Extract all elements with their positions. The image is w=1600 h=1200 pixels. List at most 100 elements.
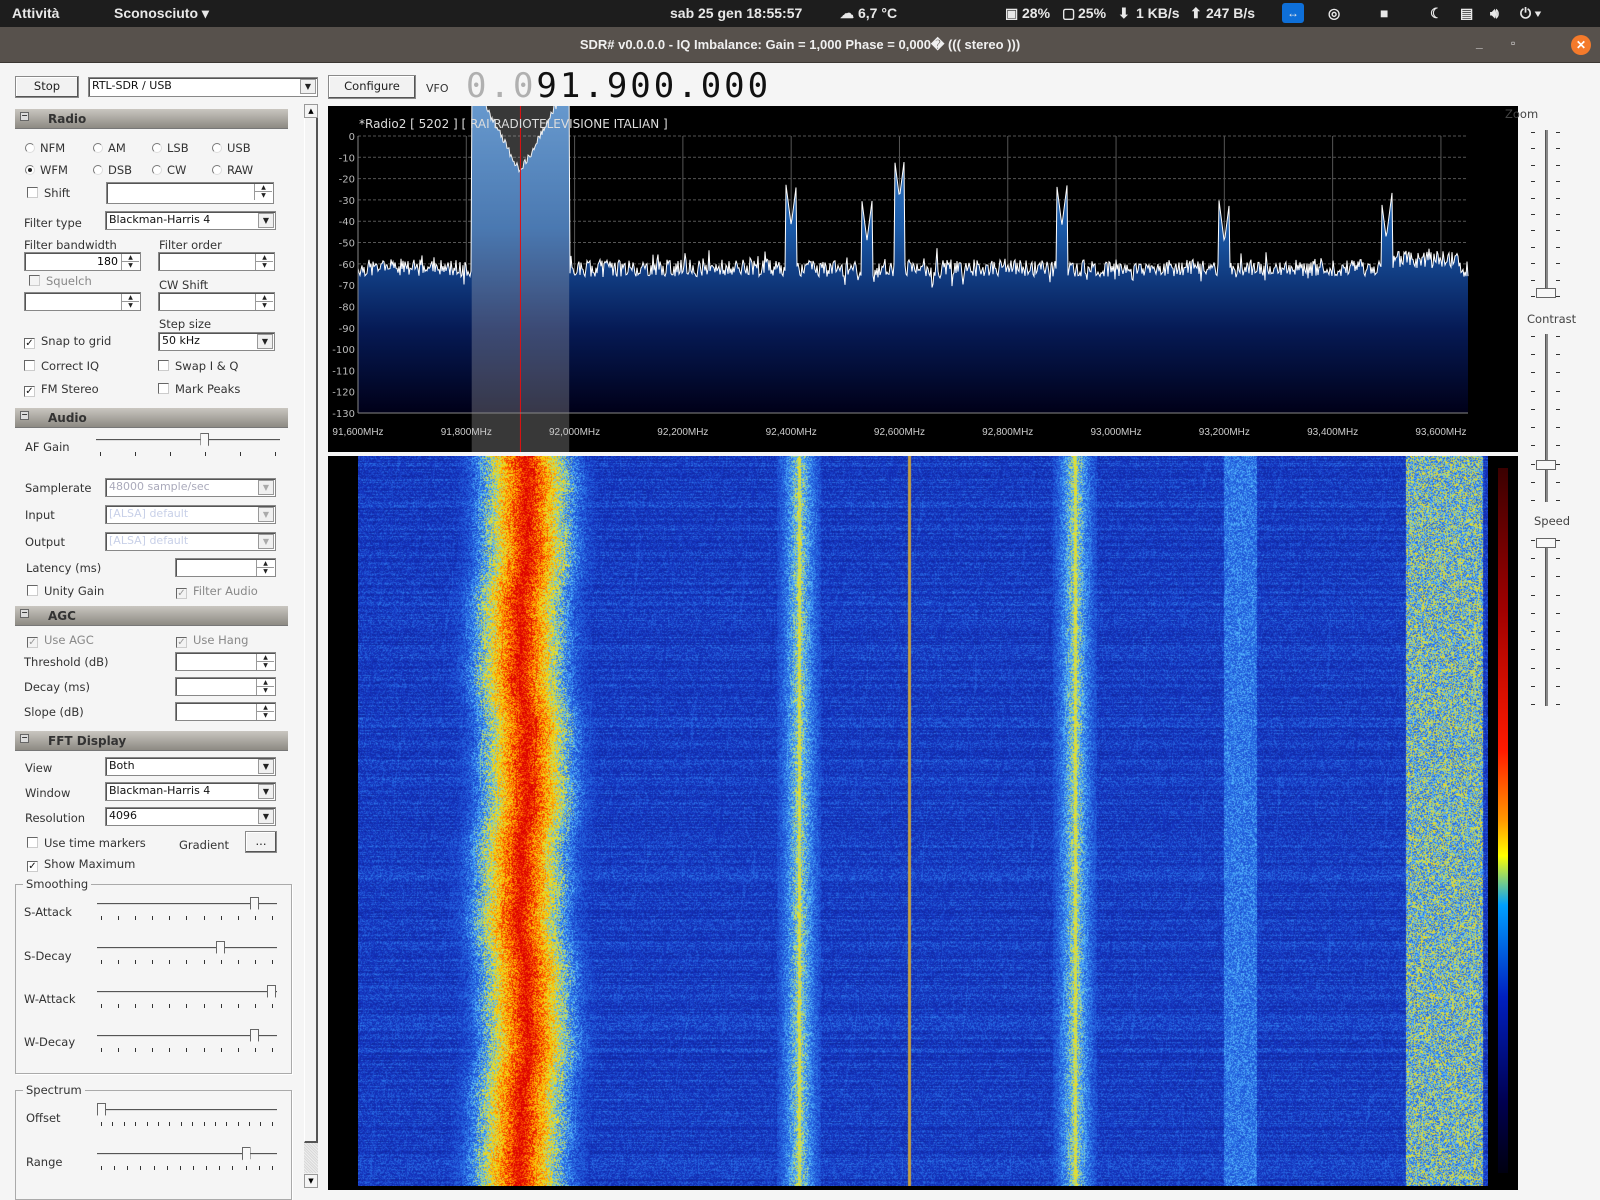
zoom-slider[interactable] bbox=[1527, 130, 1567, 298]
shift-input[interactable]: ▲ ▼ bbox=[106, 182, 274, 204]
mode-radio-wfm[interactable]: WFM bbox=[25, 163, 68, 177]
time-markers-checkbox[interactable]: Use time markers bbox=[27, 836, 146, 850]
collapse-icon[interactable]: − bbox=[20, 112, 29, 121]
vfo-frequency-display[interactable]: 0.091.900.000 bbox=[466, 66, 771, 106]
input-device-select[interactable]: [ALSA] default ▼ bbox=[105, 505, 276, 524]
use-hang-checkbox[interactable]: ✓ Use Hang bbox=[176, 633, 248, 648]
steam-icon[interactable]: ◎ bbox=[1328, 5, 1340, 22]
step-size-select[interactable]: 50 kHz ▼ bbox=[158, 332, 275, 351]
spin-buttons[interactable]: ▲ ▼ bbox=[254, 184, 272, 200]
af-gain-slider[interactable] bbox=[96, 433, 280, 457]
app-menu[interactable]: Sconosciuto ▾ bbox=[114, 5, 209, 22]
collapse-icon[interactable]: − bbox=[20, 609, 29, 618]
spectrum-analyzer[interactable]: 0 -10 -20 -30 -40 -50 -60 -70 -80 -90 -100 -110 -120… bbox=[328, 106, 1518, 452]
s-decay-slider[interactable] bbox=[97, 941, 277, 965]
fft-display-section-header[interactable]: − FFT Display bbox=[15, 731, 288, 751]
stop-button[interactable]: Stop bbox=[15, 76, 79, 98]
camera-icon[interactable]: ■ bbox=[1380, 5, 1388, 21]
cw-shift-input[interactable]: ▲ ▼ bbox=[158, 292, 275, 311]
slider-thumb[interactable] bbox=[250, 897, 259, 913]
mode-radio-am[interactable]: AM bbox=[93, 141, 126, 155]
snap-to-grid-checkbox[interactable]: ✓ Snap to grid bbox=[24, 334, 111, 349]
scroll-down-arrow[interactable]: ▼ bbox=[304, 1174, 318, 1188]
view-select[interactable]: Both ▼ bbox=[105, 757, 276, 776]
minimize-button[interactable]: _ bbox=[1476, 36, 1483, 50]
s-attack-slider[interactable] bbox=[97, 897, 277, 921]
spin-buttons[interactable]: ▲ ▼ bbox=[255, 254, 273, 270]
scroll-thumb[interactable] bbox=[304, 118, 318, 1143]
night-light-icon[interactable]: ☾ bbox=[1430, 5, 1443, 22]
spin-buttons[interactable]: ▲ ▼ bbox=[121, 294, 139, 310]
agc-section-header[interactable]: − AGC bbox=[15, 606, 288, 626]
filter-order-input[interactable]: ▲ ▼ bbox=[158, 252, 275, 271]
speed-slider[interactable] bbox=[1527, 538, 1567, 706]
slider-track[interactable] bbox=[97, 947, 277, 949]
slider-thumb[interactable] bbox=[97, 1103, 106, 1119]
source-select[interactable]: RTL-SDR / USB ▼ bbox=[88, 77, 318, 97]
shift-checkbox[interactable]: Shift bbox=[27, 186, 70, 200]
unity-gain-checkbox[interactable]: Unity Gain bbox=[27, 584, 104, 598]
mode-radio-cw[interactable]: CW bbox=[152, 163, 186, 177]
weather-temp[interactable]: 6,7 °C bbox=[858, 5, 897, 21]
slope-input[interactable]: ▲ ▼ bbox=[175, 702, 276, 721]
mark-peaks-checkbox[interactable]: Mark Peaks bbox=[158, 382, 240, 396]
slider-thumb[interactable] bbox=[1536, 538, 1556, 548]
spin-buttons[interactable]: ▲ ▼ bbox=[256, 679, 274, 695]
squelch-checkbox[interactable]: Squelch bbox=[29, 274, 92, 288]
resolution-select[interactable]: 4096 ▼ bbox=[105, 807, 276, 826]
fm-stereo-checkbox[interactable]: ✓ FM Stereo bbox=[24, 382, 99, 397]
gradient-button[interactable]: ... bbox=[245, 831, 277, 853]
mode-radio-usb[interactable]: USB bbox=[212, 141, 251, 155]
collapse-icon[interactable]: − bbox=[20, 734, 29, 743]
filter-audio-checkbox[interactable]: ✓ Filter Audio bbox=[176, 584, 258, 599]
spin-buttons[interactable]: ▲ ▼ bbox=[121, 254, 139, 270]
slider-track[interactable] bbox=[1545, 538, 1548, 706]
spin-buttons[interactable]: ▲ ▼ bbox=[256, 704, 274, 720]
slider-thumb[interactable] bbox=[241, 1147, 251, 1163]
scroll-track[interactable] bbox=[304, 1143, 318, 1173]
left-panel-scrollbar[interactable]: ▲ ▼ bbox=[304, 104, 318, 1188]
slider-track[interactable] bbox=[97, 1109, 277, 1111]
slider-thumb[interactable] bbox=[250, 1029, 259, 1045]
activities-button[interactable]: Attività bbox=[12, 5, 59, 21]
correct-iq-checkbox[interactable]: Correct IQ bbox=[24, 359, 99, 373]
slider-thumb[interactable] bbox=[216, 941, 225, 957]
range-slider[interactable] bbox=[97, 1147, 277, 1171]
slider-thumb[interactable] bbox=[1536, 288, 1556, 298]
mode-radio-raw[interactable]: RAW bbox=[212, 163, 253, 177]
decay-input[interactable]: ▲ ▼ bbox=[175, 677, 276, 696]
slider-thumb[interactable] bbox=[267, 985, 276, 1001]
filter-bandwidth-input[interactable]: 180 ▲ ▼ bbox=[24, 252, 141, 271]
clock[interactable]: sab 25 gen 18:55:57 bbox=[670, 5, 802, 21]
scroll-up-arrow[interactable]: ▲ bbox=[304, 104, 318, 118]
use-agc-checkbox[interactable]: ✓ Use AGC bbox=[27, 633, 94, 648]
audio-section-header[interactable]: − Audio bbox=[15, 408, 288, 428]
spin-buttons[interactable]: ▲ ▼ bbox=[256, 560, 274, 576]
contrast-slider[interactable] bbox=[1527, 334, 1567, 502]
offset-slider[interactable] bbox=[97, 1103, 277, 1127]
samplerate-select[interactable]: 48000 sample/sec ▼ bbox=[105, 478, 276, 497]
squelch-input[interactable]: ▲ ▼ bbox=[24, 292, 141, 311]
teamviewer-icon[interactable]: ↔ bbox=[1282, 3, 1304, 23]
mode-radio-nfm[interactable]: NFM bbox=[25, 141, 65, 155]
close-button[interactable]: ✕ bbox=[1571, 35, 1591, 55]
slider-thumb[interactable] bbox=[200, 433, 210, 449]
power-icon[interactable]: ⏻ ▾ bbox=[1520, 5, 1541, 22]
radio-section-header[interactable]: − Radio bbox=[15, 109, 288, 129]
volume-icon[interactable]: 🔊︎ bbox=[1490, 5, 1499, 22]
slider-thumb[interactable] bbox=[1536, 460, 1556, 471]
network-icon[interactable]: ▤ bbox=[1460, 5, 1473, 22]
maximize-button[interactable]: ▫ bbox=[1511, 36, 1515, 50]
threshold-input[interactable]: ▲ ▼ bbox=[175, 652, 276, 671]
slider-track[interactable] bbox=[1545, 334, 1548, 502]
w-decay-slider[interactable] bbox=[97, 1029, 277, 1053]
window-select[interactable]: Blackman-Harris 4 ▼ bbox=[105, 782, 276, 801]
output-device-select[interactable]: [ALSA] default ▼ bbox=[105, 532, 276, 551]
w-attack-slider[interactable] bbox=[97, 985, 277, 1009]
waterfall-display[interactable] bbox=[328, 456, 1518, 1190]
spin-buttons[interactable]: ▲ ▼ bbox=[256, 654, 274, 670]
configure-button[interactable]: Configure bbox=[328, 75, 416, 99]
slider-track[interactable] bbox=[96, 439, 280, 441]
mode-radio-dsb[interactable]: DSB bbox=[93, 163, 132, 177]
mode-radio-lsb[interactable]: LSB bbox=[152, 141, 189, 155]
